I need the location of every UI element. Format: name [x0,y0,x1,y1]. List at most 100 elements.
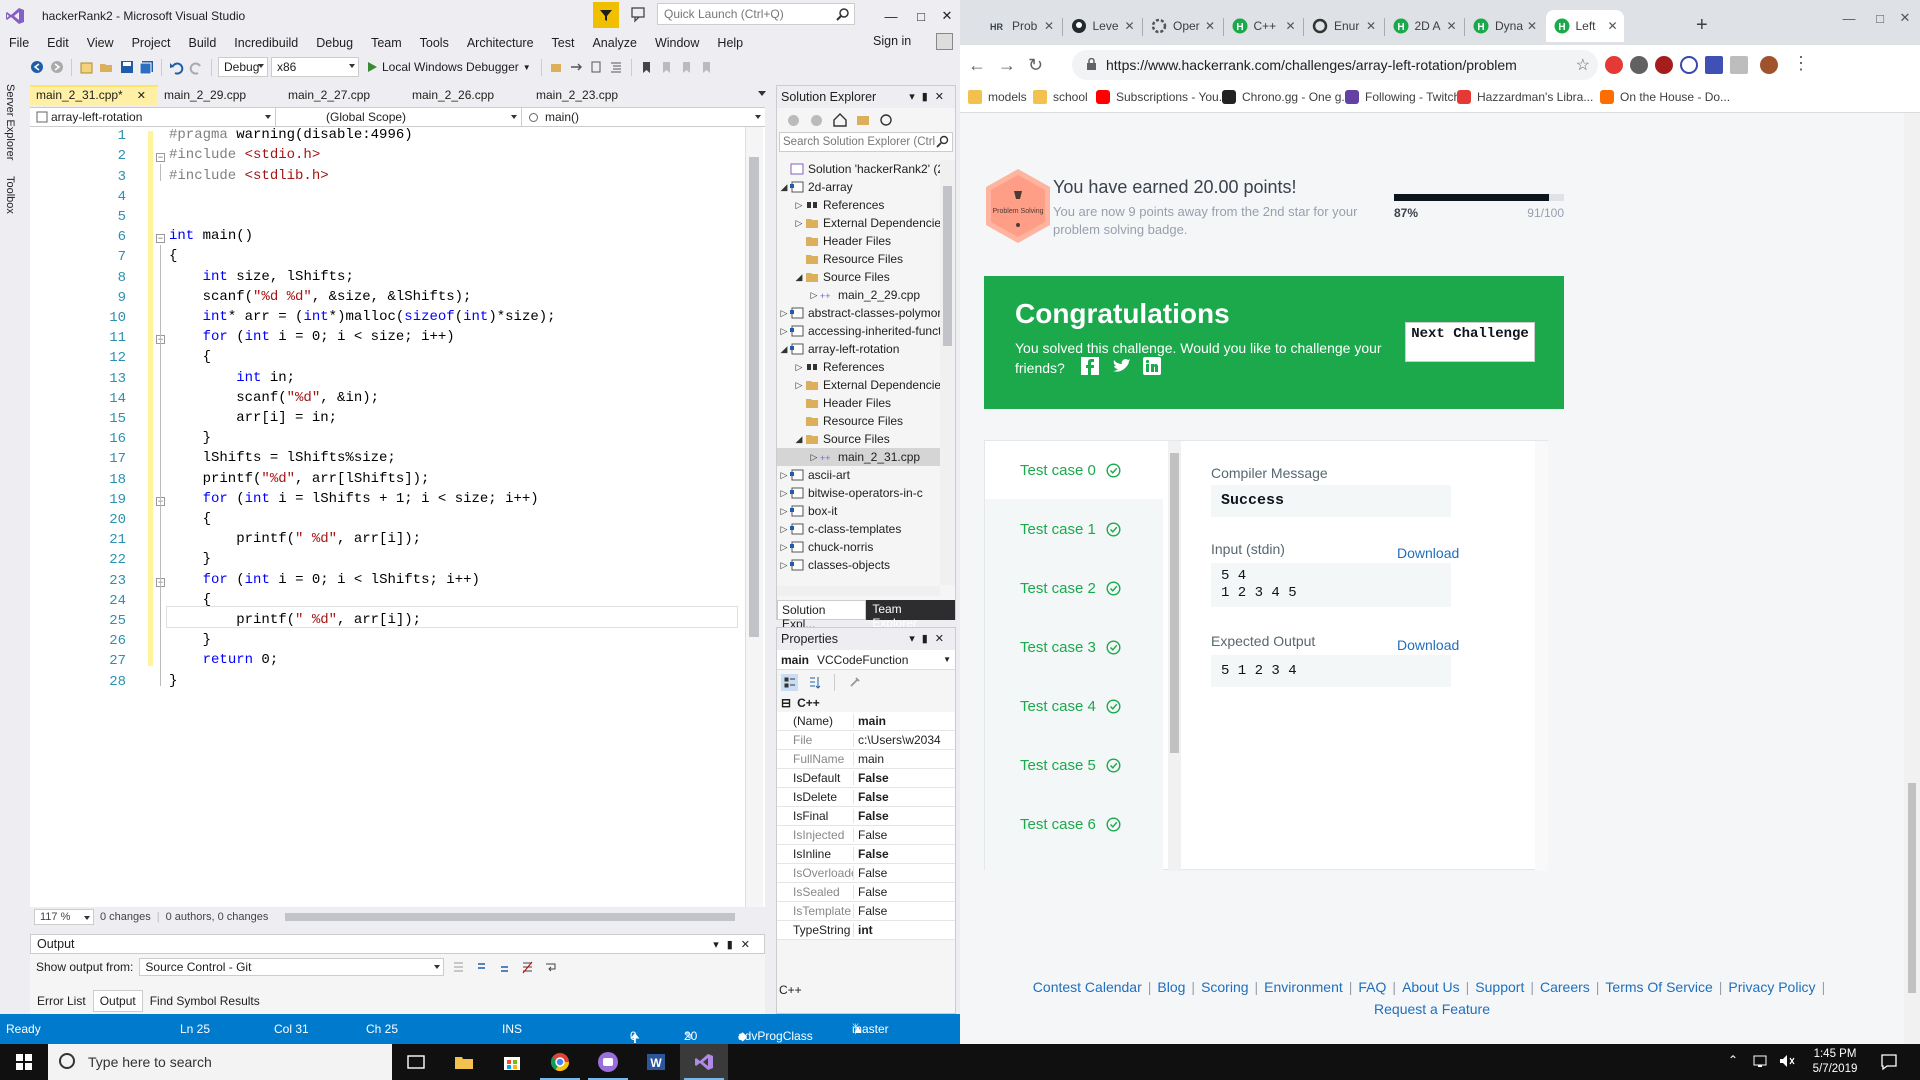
solution-tree-item[interactable]: Resource Files [777,412,942,430]
code-line[interactable]: printf("%d", arr[lShifts]); [169,469,430,489]
property-value[interactable]: c:\Users\w2034 [853,733,955,747]
solution-tree-item[interactable]: ◢ 2d-array [777,178,942,196]
clear-all-icon[interactable] [519,959,536,976]
code-line[interactable]: int main() [169,226,253,246]
menu-item-edit[interactable]: Edit [38,36,78,50]
open-file-icon[interactable] [98,59,115,76]
block-icon[interactable] [1680,56,1698,74]
team-explorer-tab[interactable]: Team Explorer [866,600,955,630]
menu-item-tools[interactable]: Tools [411,36,458,50]
test-case-tab[interactable]: Test case 3 [985,618,1163,676]
bookmark-item[interactable]: Subscriptions - You... [1096,90,1229,104]
code-line[interactable]: int size, lShifts; [169,267,354,287]
expand-toggle-icon[interactable]: ▷ [809,452,819,463]
code-line[interactable]: #include <stdlib.h> [169,166,329,186]
property-value[interactable]: False [853,904,955,918]
feedback-icon[interactable] [630,5,648,23]
test-case-scrollbar[interactable] [1168,441,1181,871]
code-line[interactable]: } [169,549,211,569]
property-row[interactable]: IsTemplate False [777,902,955,921]
properties-object-dropdown[interactable]: main VCCodeFunction ▼ [777,650,955,670]
start-button[interactable] [0,1044,48,1080]
expand-toggle-icon[interactable]: ▷ [794,362,804,373]
reload-icon[interactable]: ↻ [1028,55,1043,76]
bookmark-item[interactable]: school [1033,90,1088,104]
solution-tree-item[interactable]: Header Files [777,394,942,412]
collapse-icon[interactable]: ⊟ [781,696,791,710]
code-line[interactable]: for (int i = 0; i < size; i++) [169,327,455,347]
bookmark-prev-icon[interactable] [658,59,675,76]
visual-studio-taskbar-icon[interactable] [680,1044,728,1080]
code-line[interactable]: scanf("%d %d", &size, &lShifts); [169,287,472,307]
property-pages-icon[interactable] [846,674,863,691]
code-line[interactable]: lShifts = lShifts%size; [169,448,396,468]
expand-toggle-icon[interactable]: ▷ [794,200,804,211]
footer-link[interactable]: Terms Of Service [1605,979,1712,995]
new-tab-button[interactable]: + [1696,14,1708,37]
footer-link[interactable]: Blog [1157,979,1185,995]
editor-vertical-scrollbar[interactable] [745,127,763,907]
editor-tab[interactable]: main_2_29.cpp [158,85,282,105]
word-wrap-icon[interactable] [542,959,559,976]
footer-link[interactable]: Careers [1540,979,1590,995]
test-case-tab[interactable]: Test case 5 [985,736,1163,794]
expand-toggle-icon[interactable]: ◢ [779,344,789,355]
close-tab-icon[interactable]: ✕ [1527,19,1537,33]
browser-tab[interactable]: H C++ ✕ [1224,10,1302,42]
user-icon[interactable] [936,33,953,50]
file-explorer-icon[interactable] [440,1044,488,1080]
property-row[interactable]: (Name) main [777,712,955,731]
property-value[interactable]: False [853,790,955,804]
property-row[interactable]: IsDefault False [777,769,955,788]
solution-tree-item[interactable]: Resource Files [777,250,942,268]
back-icon[interactable] [28,59,45,76]
page-scrollbar[interactable] [1904,113,1920,1044]
lock-icon[interactable] [1086,58,1097,71]
code-line[interactable]: arr[i] = in; [169,408,337,428]
browser-tab[interactable]: Enur ✕ [1304,10,1382,42]
menu-item-window[interactable]: Window [646,36,708,50]
solution-tree-item[interactable]: ▷ External Dependencies [777,376,942,394]
code-line[interactable]: for (int i = lShifts + 1; i < size; i++) [169,489,539,509]
solution-search-input[interactable]: Search Solution Explorer (Ctrl+;) [779,132,953,152]
property-row[interactable]: IsDelete False [777,788,955,807]
code-editor[interactable]: 1 2 3 4 5 6 7 8 9 10 11 12 13 14 15 16 17 18 19 20 21 22 23 24 2… [30,127,765,907]
next-message-icon[interactable] [496,959,513,976]
footer-link[interactable]: Support [1475,979,1524,995]
solution-tree-item[interactable]: ▷ box-it [777,502,942,520]
editor-tab[interactable]: main_2_31.cpp* ✕ [30,85,158,105]
solution-tree-item[interactable]: ▷ References [777,196,942,214]
configuration-dropdown[interactable]: Debug [218,57,268,77]
solution-tree-item[interactable]: ▷ External Dependencies [777,214,942,232]
zoom-dropdown[interactable]: 117 % [34,909,94,925]
expand-toggle-icon[interactable]: ◢ [794,272,804,283]
address-bar[interactable]: https://www.hackerrank.com/challenges/ar… [1072,50,1598,80]
member-dropdown[interactable]: main() [522,108,765,126]
redo-icon[interactable] [188,59,205,76]
platform-dropdown[interactable]: x86 [271,57,359,77]
panel-controls-icon[interactable]: ▾▮✕ [713,938,758,951]
show-hidden-icons[interactable]: ⌃ [1728,1053,1738,1067]
prev-message-icon[interactable] [473,959,490,976]
property-value[interactable]: False [853,847,955,861]
property-row[interactable]: IsSealed False [777,883,955,902]
format-icon[interactable] [608,59,625,76]
footer-link[interactable]: Contest Calendar [1033,979,1142,995]
menu-item-team[interactable]: Team [362,36,411,50]
code-line[interactable]: int* arr = (int*)malloc(sizeof(int)*size… [169,307,556,327]
facebook-icon[interactable] [1081,357,1099,375]
profile-avatar[interactable] [1760,56,1778,74]
browser-tab[interactable]: Leve ✕ [1063,10,1141,42]
bookmark-item[interactable]: Chrono.gg - One g... [1222,90,1351,104]
detail-scrollbar[interactable] [1535,441,1548,871]
properties-category[interactable]: ⊟ C++ [777,694,955,712]
back-icon[interactable] [785,112,802,129]
linkedin-icon[interactable] [1143,357,1161,375]
footer-link[interactable]: Environment [1264,979,1343,995]
code-line[interactable]: } [169,671,177,691]
solution-tree-item[interactable]: ▷ abstract-classes-polymorphism [777,304,942,322]
browser-tab[interactable]: HR Prob ✕ [982,10,1060,42]
solution-tree-item[interactable]: ▷ c-class-templates [777,520,942,538]
property-value[interactable]: main [853,714,955,728]
editor-tab[interactable]: main_2_23.cpp [530,85,654,105]
